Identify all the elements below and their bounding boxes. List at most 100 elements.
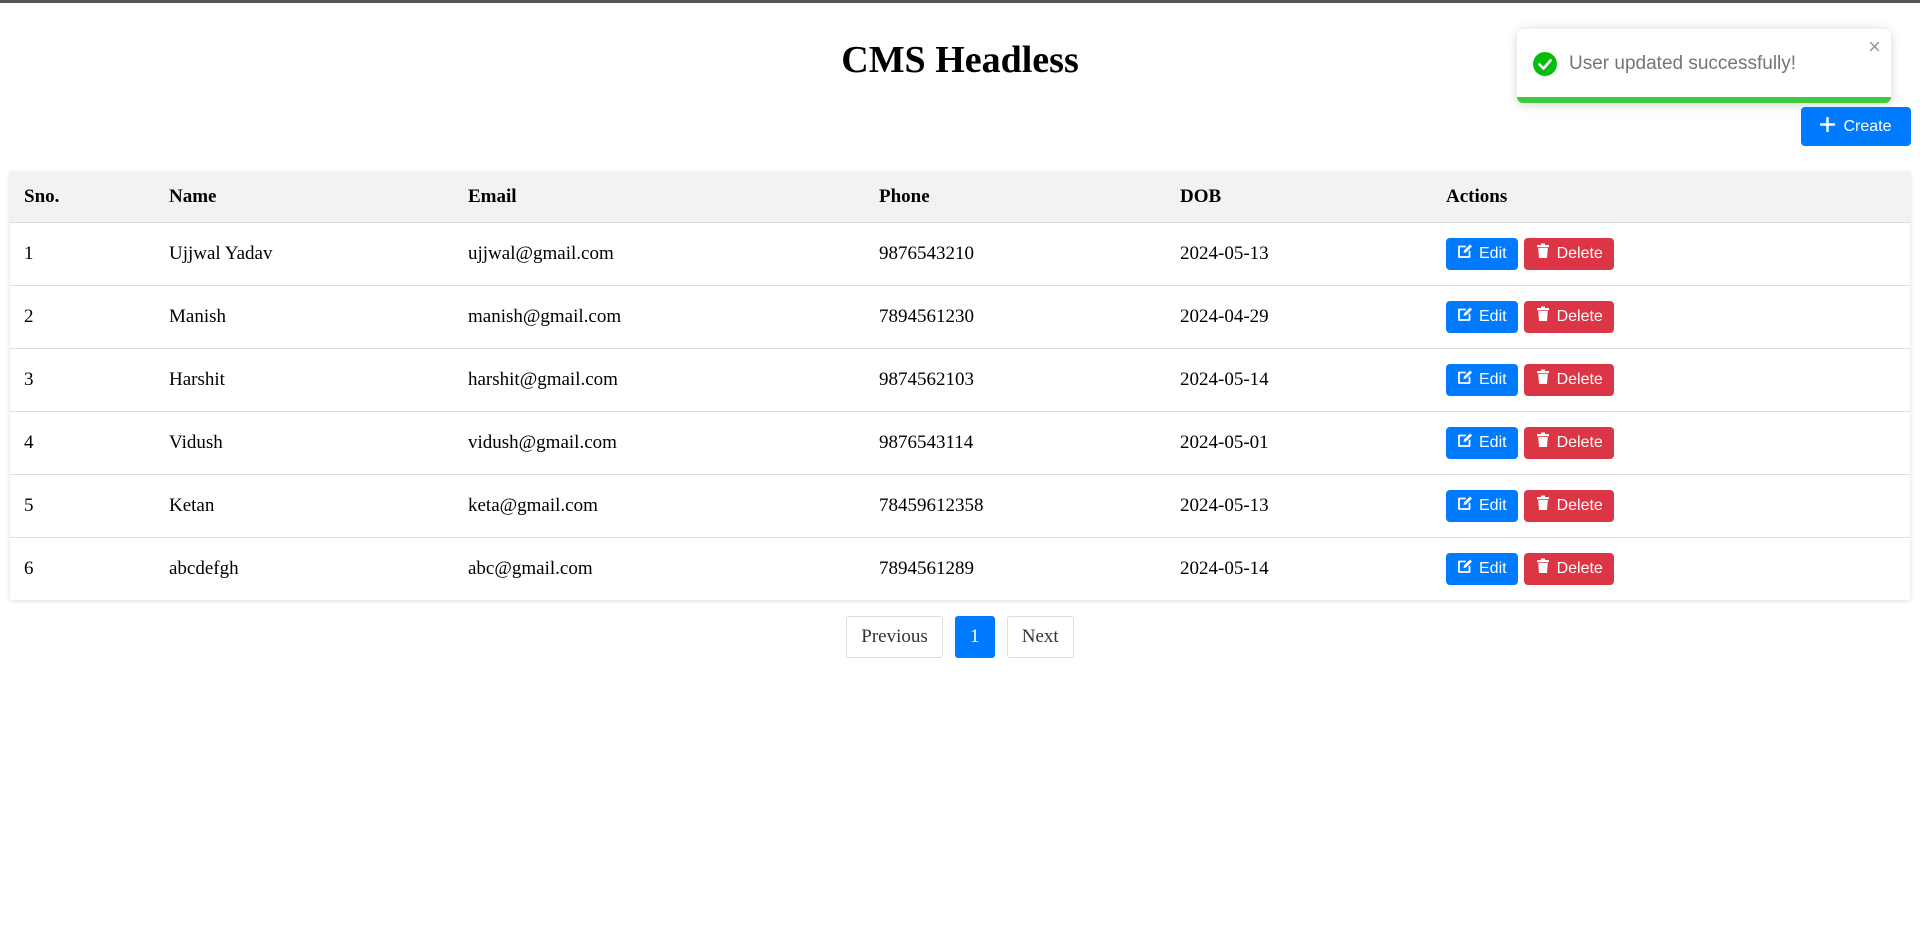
cell-name: Ujjwal Yadav: [169, 242, 273, 264]
delete-button[interactable]: Delete: [1523, 552, 1614, 585]
edit-icon: [1457, 306, 1473, 327]
header-dob: DOB: [1180, 185, 1222, 207]
cell-dob: 2024-05-01: [1180, 431, 1269, 453]
delete-button-label: Delete: [1556, 433, 1603, 451]
table-row: 2 Manish manish@gmail.com 7894561230 2024-04…: [10, 285, 1910, 348]
cell-name: Ketan: [169, 494, 215, 516]
cell-phone: 7894561230: [879, 305, 974, 327]
cell-actions: Edit Delete: [1432, 348, 1910, 411]
table-row: 1 Ujjwal Yadav ujjwal@gmail.com 9876543210 2…: [10, 222, 1910, 285]
create-button[interactable]: Create: [1801, 107, 1911, 146]
next-button[interactable]: Next: [1006, 616, 1074, 658]
edit-icon: [1457, 369, 1473, 390]
delete-button-label: Delete: [1556, 244, 1603, 262]
edit-button[interactable]: Edit: [1446, 237, 1518, 270]
users-table-card: Sno. Name Email Phone DOB Actions 1 Ujjwa…: [10, 172, 1910, 600]
cell-sno: 2: [24, 305, 34, 327]
cell-email: manish@gmail.com: [468, 305, 622, 327]
delete-button[interactable]: Delete: [1523, 489, 1614, 522]
cell-name: Vidush: [169, 431, 223, 453]
delete-button-label: Delete: [1556, 307, 1603, 325]
delete-button[interactable]: Delete: [1523, 426, 1614, 459]
header-name: Name: [169, 185, 217, 207]
cell-dob: 2024-05-14: [1180, 557, 1269, 579]
cell-name: Harshit: [169, 368, 225, 390]
toast-message: User updated successfully!: [1569, 53, 1797, 74]
cell-email: vidush@gmail.com: [468, 431, 617, 453]
cell-phone: 9876543114: [879, 431, 974, 453]
delete-button[interactable]: Delete: [1523, 363, 1614, 396]
cell-phone: 7894561289: [879, 557, 974, 579]
delete-button[interactable]: Delete: [1523, 237, 1614, 270]
edit-button-label: Edit: [1479, 307, 1507, 325]
delete-button-label: Delete: [1556, 559, 1603, 577]
pagination: Previous 1 Next: [0, 616, 1920, 658]
toast-notification: User updated successfully! ×: [1517, 29, 1891, 103]
previous-button[interactable]: Previous: [846, 616, 943, 658]
header-sno: Sno.: [24, 185, 60, 207]
header-email: Email: [468, 185, 517, 207]
plus-icon: [1820, 116, 1836, 137]
cell-sno: 4: [24, 431, 34, 453]
trash-icon: [1535, 432, 1551, 453]
cell-actions: Edit Delete: [1432, 411, 1910, 474]
delete-button-label: Delete: [1556, 496, 1603, 514]
cell-phone: 9876543210: [879, 242, 974, 264]
edit-button-label: Edit: [1479, 370, 1507, 388]
cell-dob: 2024-05-13: [1180, 242, 1269, 264]
cell-actions: Edit Delete: [1432, 222, 1910, 285]
table-row: 5 Ketan keta@gmail.com 78459612358 2024-05-1…: [10, 474, 1910, 537]
cell-actions: Edit Delete: [1432, 537, 1910, 600]
cell-dob: 2024-04-29: [1180, 305, 1269, 327]
cell-email: abc@gmail.com: [468, 557, 593, 579]
edit-button[interactable]: Edit: [1446, 489, 1518, 522]
cell-actions: Edit Delete: [1432, 285, 1910, 348]
close-icon[interactable]: ×: [1868, 35, 1881, 59]
cell-email: harshit@gmail.com: [468, 368, 618, 390]
page-1-button[interactable]: 1: [954, 616, 995, 658]
edit-button[interactable]: Edit: [1446, 426, 1518, 459]
edit-icon: [1457, 558, 1473, 579]
edit-button[interactable]: Edit: [1446, 300, 1518, 333]
header-actions: Actions: [1446, 185, 1508, 207]
header-phone: Phone: [879, 185, 930, 207]
edit-button-label: Edit: [1479, 244, 1507, 262]
cell-name: abcdefgh: [169, 557, 239, 579]
cell-email: keta@gmail.com: [468, 494, 598, 516]
edit-icon: [1457, 432, 1473, 453]
edit-button-label: Edit: [1479, 559, 1507, 577]
cell-name: Manish: [169, 305, 226, 327]
edit-icon: [1457, 243, 1473, 264]
edit-button-label: Edit: [1479, 433, 1507, 451]
cell-email: ujjwal@gmail.com: [468, 242, 614, 264]
delete-button-label: Delete: [1556, 370, 1603, 388]
trash-icon: [1535, 495, 1551, 516]
create-button-label: Create: [1843, 117, 1892, 135]
cell-sno: 5: [24, 494, 34, 516]
trash-icon: [1535, 558, 1551, 579]
cell-phone: 78459612358: [879, 494, 984, 516]
table-header-row: Sno. Name Email Phone DOB Actions: [10, 172, 1910, 222]
cell-sno: 6: [24, 557, 34, 579]
table-row: 3 Harshit harshit@gmail.com 9874562103 2024-…: [10, 348, 1910, 411]
trash-icon: [1535, 306, 1551, 327]
edit-button-label: Edit: [1479, 496, 1507, 514]
table-body: 1 Ujjwal Yadav ujjwal@gmail.com 9876543210 2…: [10, 222, 1910, 600]
table-row: 6 abcdefgh abc@gmail.com 7894561289 2024-05-…: [10, 537, 1910, 600]
delete-button[interactable]: Delete: [1523, 300, 1614, 333]
toast-progress-bar: [1517, 97, 1891, 103]
cell-dob: 2024-05-14: [1180, 368, 1269, 390]
cell-sno: 3: [24, 368, 34, 390]
users-table: Sno. Name Email Phone DOB Actions 1 Ujjwa…: [10, 172, 1910, 600]
edit-button[interactable]: Edit: [1446, 552, 1518, 585]
table-row: 4 Vidush vidush@gmail.com 9876543114 2024-05…: [10, 411, 1910, 474]
trash-icon: [1535, 369, 1551, 390]
check-circle-icon: [1533, 52, 1557, 76]
cell-sno: 1: [24, 242, 34, 264]
top-border: [0, 0, 1920, 3]
edit-icon: [1457, 495, 1473, 516]
edit-button[interactable]: Edit: [1446, 363, 1518, 396]
trash-icon: [1535, 243, 1551, 264]
cell-dob: 2024-05-13: [1180, 494, 1269, 516]
cell-phone: 9874562103: [879, 368, 974, 390]
